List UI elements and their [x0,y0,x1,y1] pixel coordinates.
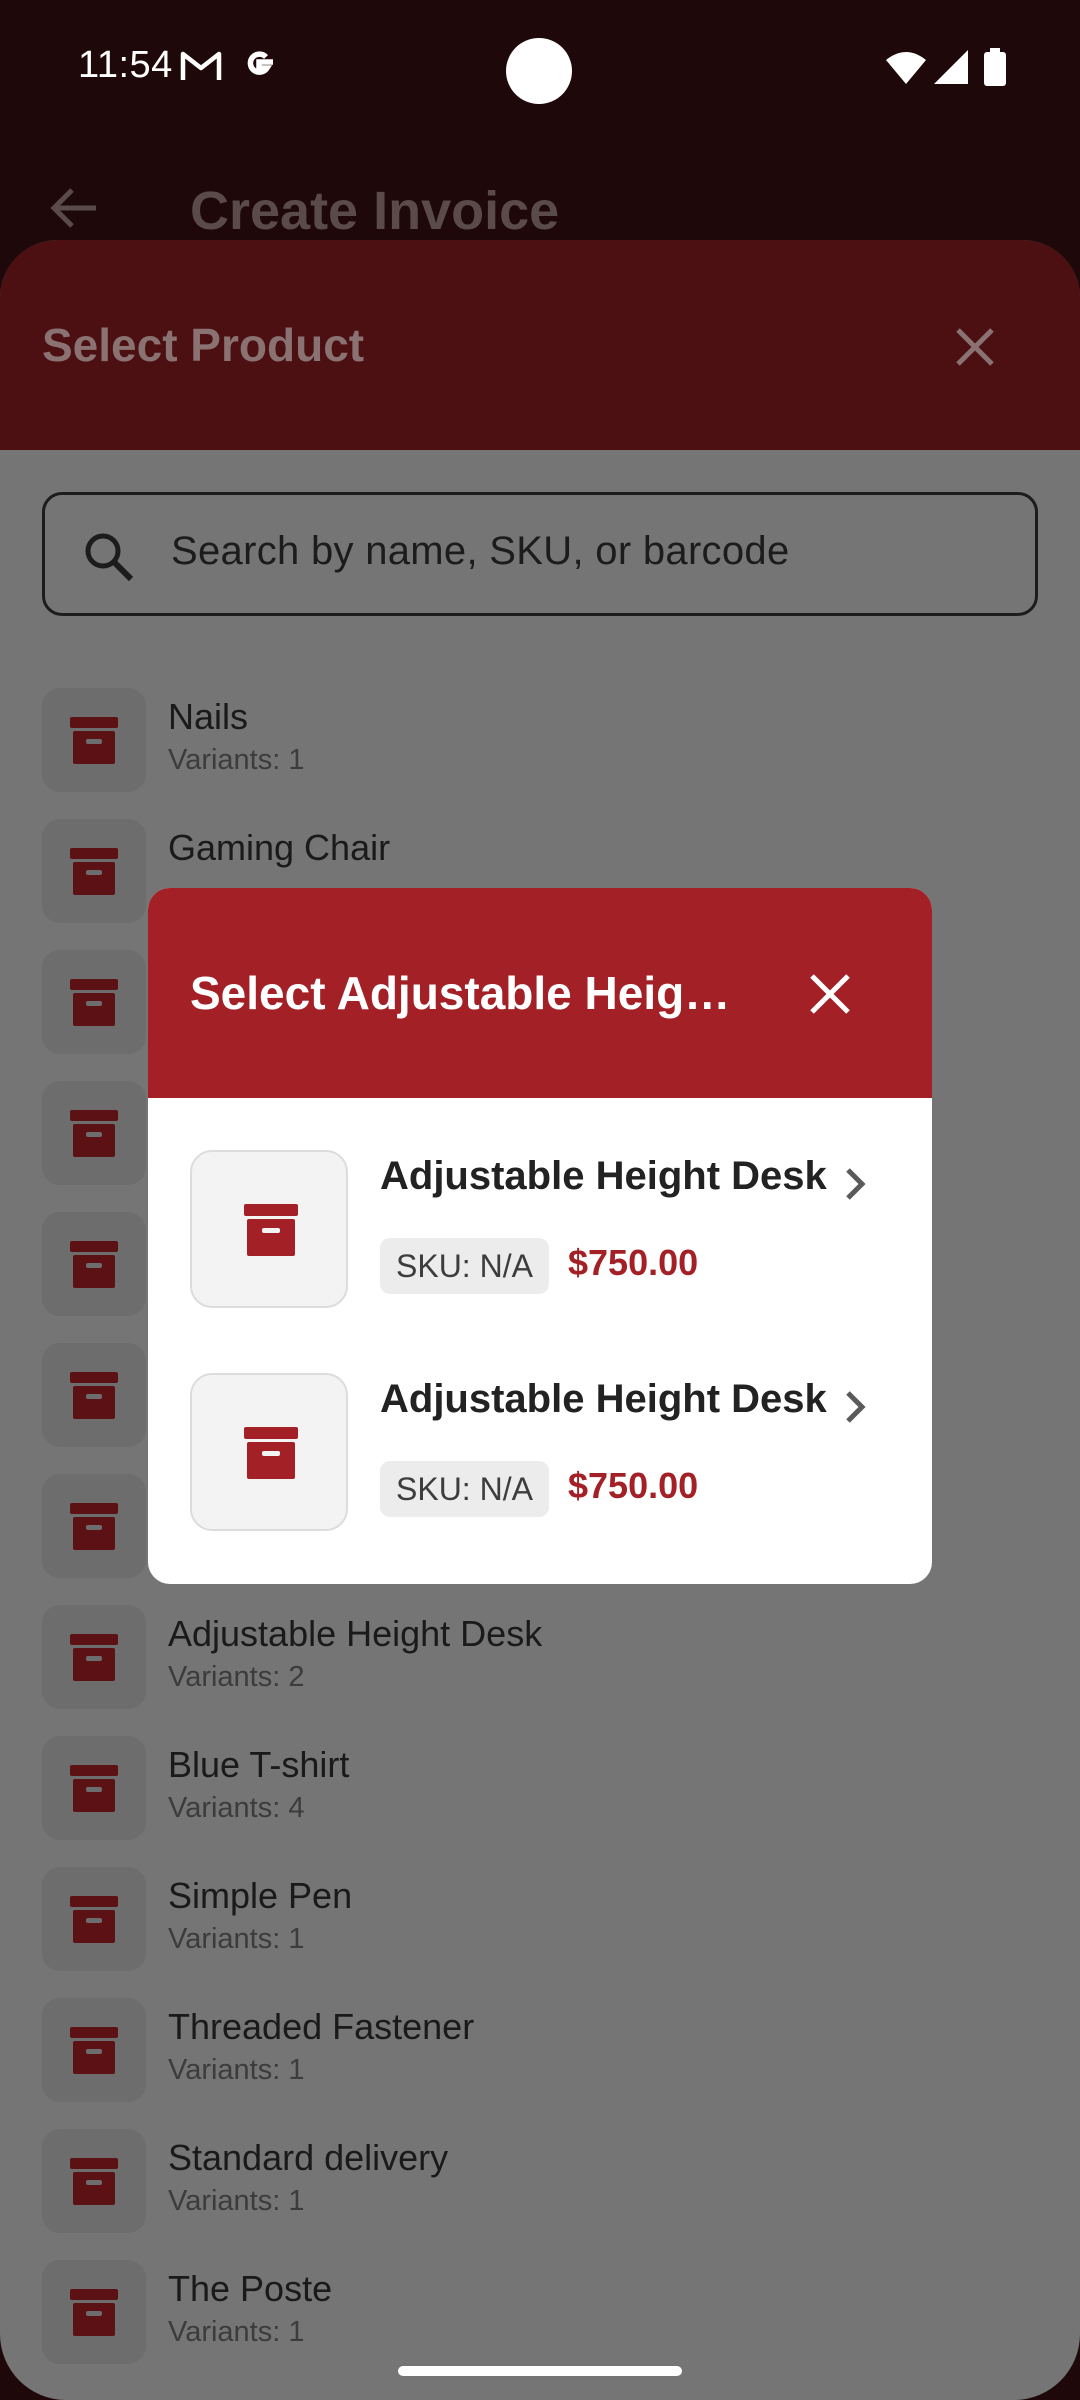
gmail-icon [180,51,222,80]
sku-badge: SKU: N/A [380,1238,549,1294]
product-variants: Variants: 1 [168,1923,305,1955]
search-input[interactable]: Search by name, SKU, or barcode [42,492,1038,616]
sheet-header: Select Product [0,240,1080,450]
product-variants: Variants: 2 [168,1661,305,1693]
app-bar: Create Invoice [0,136,1080,246]
product-variants: Variants: 1 [168,744,305,776]
archive-icon [70,848,118,895]
product-list-item[interactable]: Threaded Fastener Variants: 1 [0,1998,1080,2128]
archive-icon [70,1110,118,1157]
archive-icon [70,1765,118,1812]
product-variants: Variants: 1 [168,2316,305,2348]
product-thumbnail [42,1081,146,1185]
product-name: Simple Pen [168,1875,353,1916]
product-thumbnail [42,819,146,923]
dialog-title: Select Adjustable Heigh… [190,967,750,1019]
variant-row[interactable]: Adjustable Height Desk SKU: N/A $750.00 [148,1150,932,1350]
product-list-item[interactable]: Standard delivery Variants: 1 [0,2129,1080,2259]
variant-name: Adjustable Height Desk [380,1377,827,1421]
product-list-item[interactable]: Blue T-shirt Variants: 4 [0,1736,1080,1866]
archive-icon [70,979,118,1026]
product-thumbnail [42,1998,146,2102]
product-thumbnail [42,688,146,792]
product-name: Blue T-shirt [168,1744,350,1785]
page-title: Create Invoice [190,181,560,241]
product-name: Threaded Fastener [168,2006,475,2047]
google-icon [247,51,273,75]
screen: 11:54 Create Invoice Select Product Sear… [0,0,1080,2400]
arrow-back-icon[interactable] [48,186,98,230]
status-bar: 11:54 [0,0,1080,136]
product-variants: Variants: 1 [168,2185,305,2217]
archive-icon [244,1427,298,1479]
dialog-header: Select Adjustable Heigh… [148,888,932,1098]
sku-badge: SKU: N/A [380,1461,549,1517]
product-name: Nails [168,696,249,737]
product-name: Standard delivery [168,2137,449,2178]
search-placeholder: Search by name, SKU, or barcode [171,529,790,573]
archive-icon [70,717,118,764]
product-thumbnail [42,1212,146,1316]
archive-icon [70,1241,118,1288]
product-thumbnail [42,1867,146,1971]
archive-icon [70,1503,118,1550]
product-variants: Variants: 1 [168,2054,305,2086]
archive-icon [70,1372,118,1419]
product-thumbnail [42,1605,146,1709]
archive-icon [70,2158,118,2205]
archive-icon [70,1896,118,1943]
product-name: The Poste [168,2268,333,2309]
close-icon[interactable] [950,322,1000,372]
product-thumbnail [42,2260,146,2364]
product-name: Gaming Chair [168,827,391,868]
product-list-item[interactable]: Adjustable Height Desk Variants: 2 [0,1605,1080,1735]
product-thumbnail [42,1474,146,1578]
chevron-right-icon [846,1391,866,1423]
variant-row[interactable]: Adjustable Height Desk SKU: N/A $750.00 [148,1373,932,1573]
product-variants: Variants: 4 [168,1792,305,1824]
product-thumbnail [42,1736,146,1840]
archive-icon [70,2289,118,2336]
archive-icon [70,1634,118,1681]
archive-icon [244,1204,298,1256]
sheet-title: Select Product [42,319,365,371]
search-icon [85,533,134,582]
wifi-icon [886,52,926,84]
signal-icon [934,50,968,84]
product-name: Adjustable Height Desk [168,1613,543,1654]
product-thumbnail [42,1343,146,1447]
product-thumbnail [42,950,146,1054]
product-thumbnail [42,2129,146,2233]
camera-cutout [506,38,572,104]
variant-price: $750.00 [568,1465,699,1506]
select-variant-dialog: Select Adjustable Heigh… Adjustable Heig… [148,888,932,1584]
battery-icon [984,48,1006,86]
archive-icon [70,2027,118,2074]
variant-name: Adjustable Height Desk [380,1154,827,1198]
product-list-item[interactable]: Nails Variants: 1 [0,688,1080,818]
chevron-right-icon [846,1168,866,1200]
variant-thumbnail [190,1373,348,1531]
product-list-item[interactable]: Simple Pen Variants: 1 [0,1867,1080,1997]
variant-thumbnail [190,1150,348,1308]
variant-price: $750.00 [568,1242,699,1283]
close-icon[interactable] [804,968,856,1020]
status-time: 11:54 [78,44,173,86]
home-indicator[interactable] [398,2366,682,2376]
